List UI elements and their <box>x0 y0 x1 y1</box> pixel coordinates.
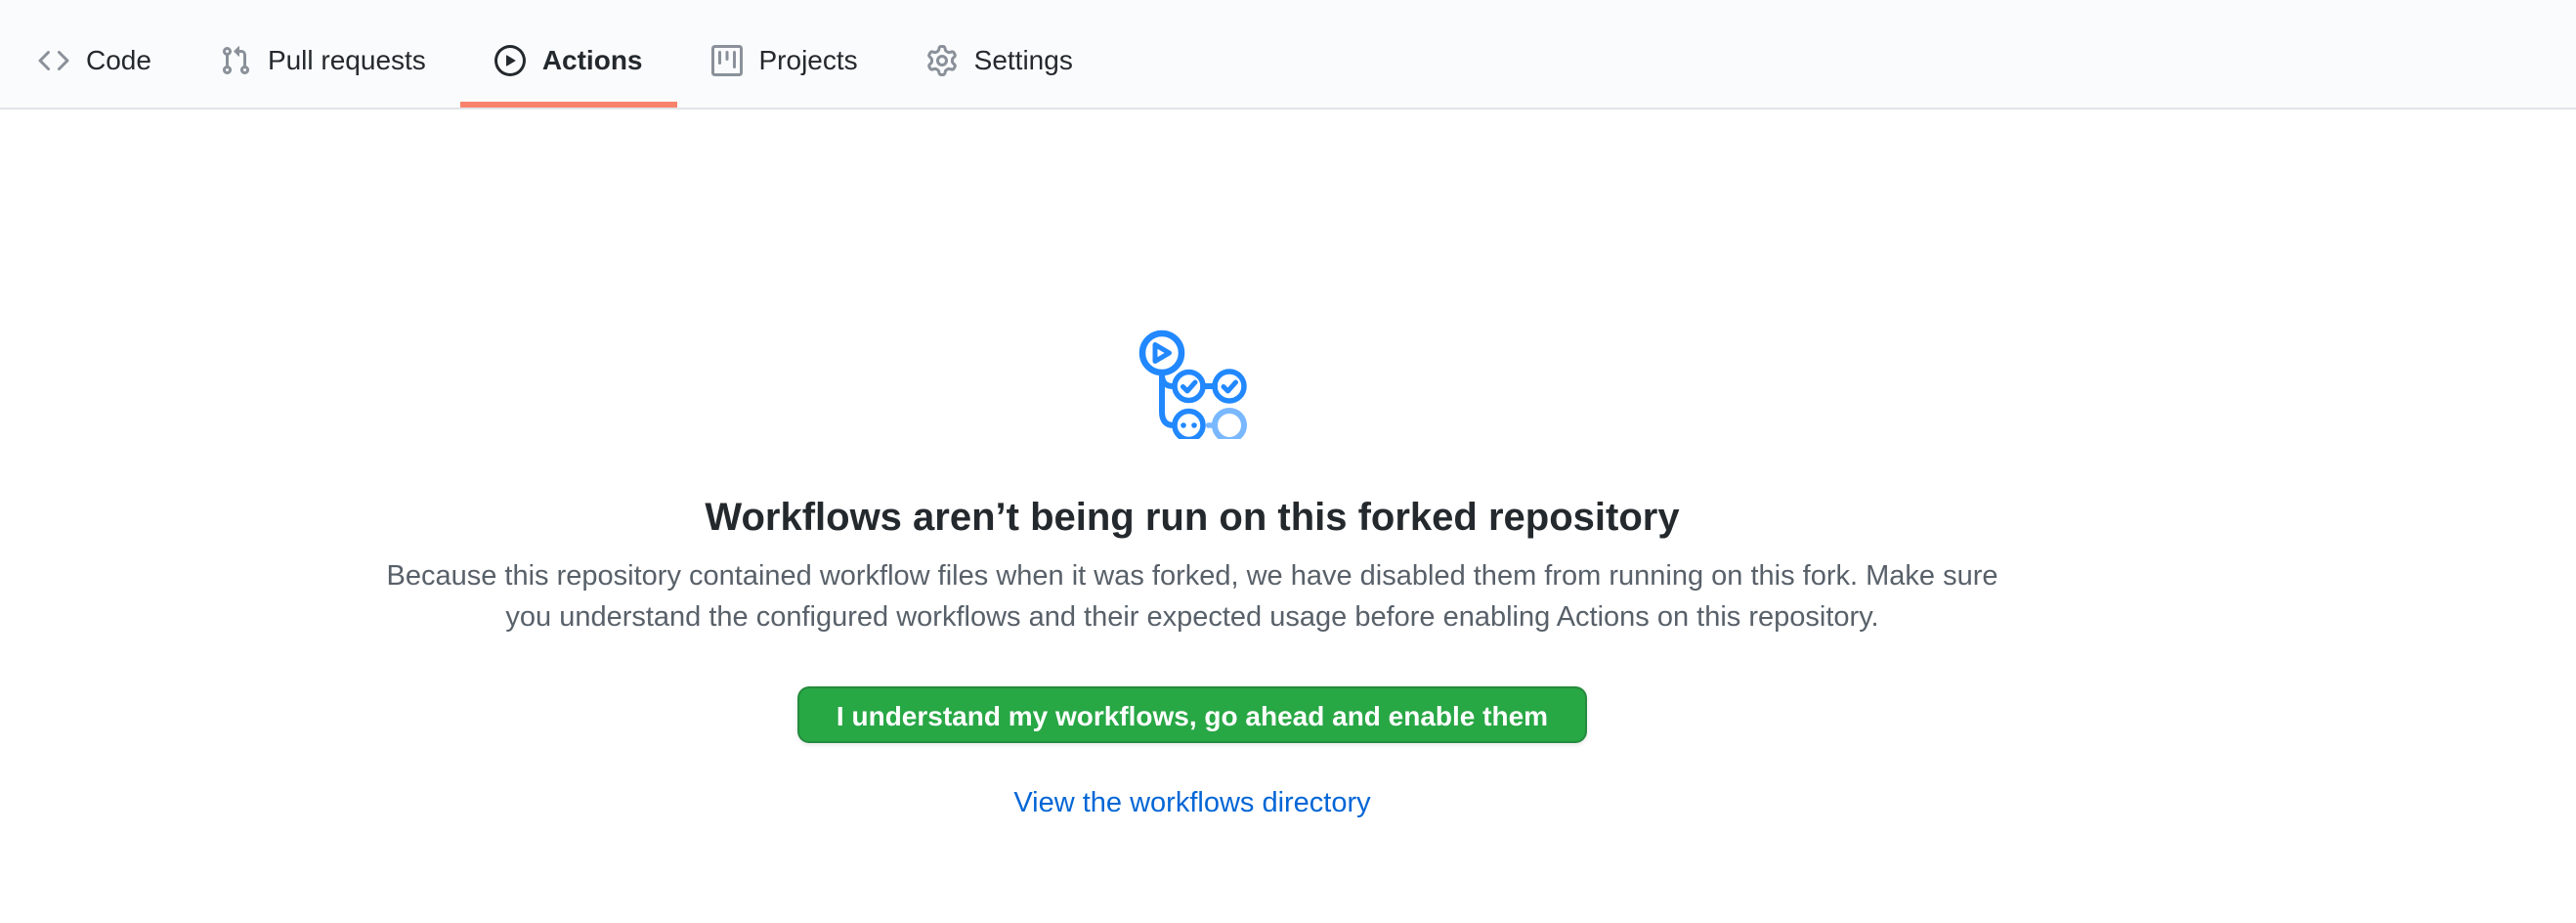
empty-state-description: Because this repository contained workfl… <box>362 555 2023 637</box>
project-board-icon <box>711 45 743 76</box>
repo-nav: Code Pull requests Actions Projects Sett… <box>0 0 2576 110</box>
tab-projects[interactable]: Projects <box>677 0 892 108</box>
tab-pull-requests[interactable]: Pull requests <box>186 0 460 108</box>
tab-actions[interactable]: Actions <box>460 0 677 108</box>
workflow-graph-icon <box>1138 330 1247 439</box>
tab-settings[interactable]: Settings <box>892 0 1107 108</box>
tab-label: Code <box>86 47 151 74</box>
code-icon <box>38 45 69 76</box>
enable-workflows-button[interactable]: I understand my workflows, go ahead and … <box>797 686 1587 743</box>
git-pull-request-icon <box>220 45 251 76</box>
play-icon <box>494 45 526 76</box>
tab-label: Pull requests <box>268 47 426 74</box>
tab-code[interactable]: Code <box>4 0 186 108</box>
gear-icon <box>926 45 958 76</box>
tab-label: Projects <box>759 47 858 74</box>
empty-state-heading: Workflows aren’t being run on this forke… <box>0 491 2384 544</box>
tab-label: Settings <box>974 47 1073 74</box>
view-workflows-directory-link[interactable]: View the workflows directory <box>1013 786 1370 819</box>
workflows-link-row: View the workflows directory <box>0 786 2384 819</box>
actions-empty-state: Workflows aren’t being run on this forke… <box>0 110 2384 819</box>
enable-button-row: I understand my workflows, go ahead and … <box>0 637 2384 743</box>
tab-label: Actions <box>542 47 643 74</box>
